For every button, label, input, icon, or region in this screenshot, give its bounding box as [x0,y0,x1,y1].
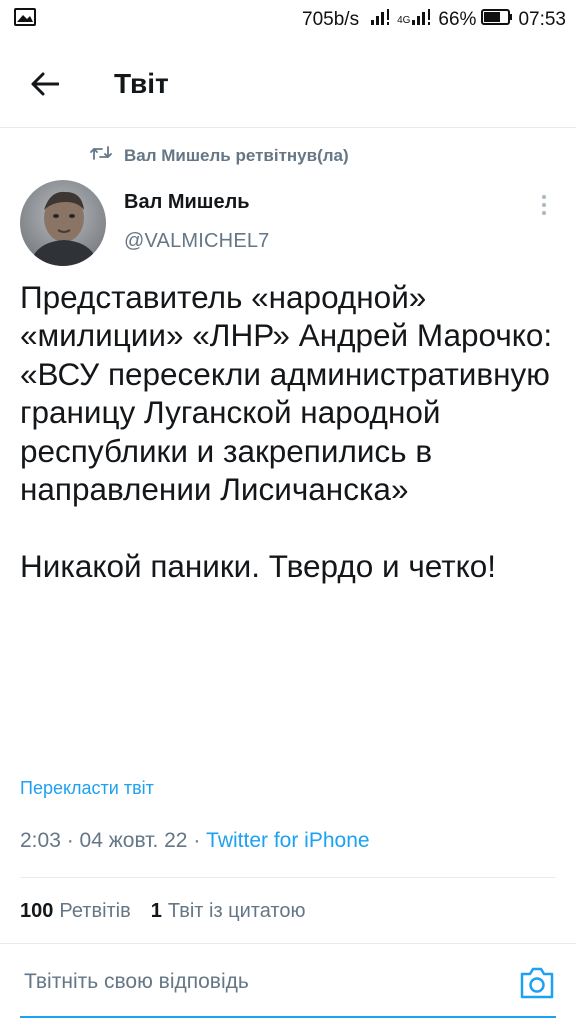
network-speed: 705b/s [302,9,360,30]
arrow-left-icon [31,72,59,95]
meta-separator: · [60,829,80,852]
translate-tweet-link[interactable]: Перекласти твіт [20,778,154,799]
tweet-stats: 100 Ретвітів 1 Твіт із цитатою [20,900,306,923]
signal-icon [370,8,392,32]
retweet-icon [90,145,112,166]
retweets-label: Ретвітів [59,900,131,922]
page-title: Твіт [114,67,169,99]
tweet-text: Представитель «народной» «милиции» «ЛНР»… [20,279,553,584]
signal-icon [411,8,433,32]
camera-icon [520,967,554,999]
tweet-date: 04 жовт. 22 [79,829,188,852]
retweets-stat[interactable]: 100 Ретвітів [20,900,131,923]
battery-percent: 66% [438,9,477,30]
tweet-source-link[interactable]: Twitter for iPhone [206,829,369,853]
battery-icon [481,9,513,31]
divider [20,877,556,878]
back-button[interactable] [20,59,70,109]
tweet-time: 2:03 [20,829,61,852]
app-header: Твіт [0,40,576,128]
avatar[interactable] [20,180,106,266]
retweet-indicator[interactable]: Вал Мишель ретвітнув(ла) [90,145,349,166]
retweets-count: 100 [20,900,54,922]
quotes-stat[interactable]: 1 Твіт із цитатою [151,900,306,923]
author-name[interactable]: Вал Мишель [124,191,250,214]
divider [20,1016,556,1018]
network-type-label: 4G [397,14,411,26]
gallery-icon [14,8,36,32]
quotes-count: 1 [150,900,162,922]
author-handle[interactable]: @VALMICHEL7 [124,230,270,253]
clock: 07:53 [518,9,566,30]
status-bar: 705b/s 4G 66% 07:53 [0,0,576,40]
retweet-indicator-label: Вал Мишель ретвітнув(ла) [124,145,349,165]
reply-bar [0,944,576,1024]
more-options-button[interactable] [530,190,558,220]
tweet-meta: 2:03 · 04 жовт. 22 · Twitter for iPhone [20,829,370,853]
meta-separator: · [187,829,207,852]
quotes-label: Твіт із цитатою [167,900,306,922]
camera-button[interactable] [519,966,555,1000]
more-vertical-icon [542,195,546,199]
reply-input[interactable] [24,970,494,994]
